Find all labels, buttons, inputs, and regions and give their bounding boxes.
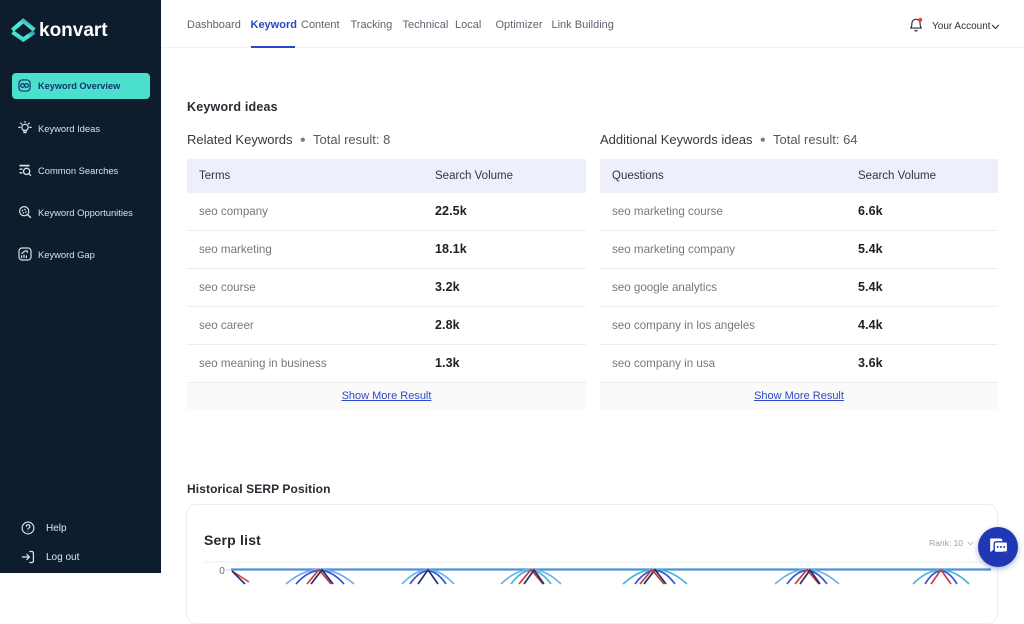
svg-text:0: 0 bbox=[219, 566, 225, 577]
